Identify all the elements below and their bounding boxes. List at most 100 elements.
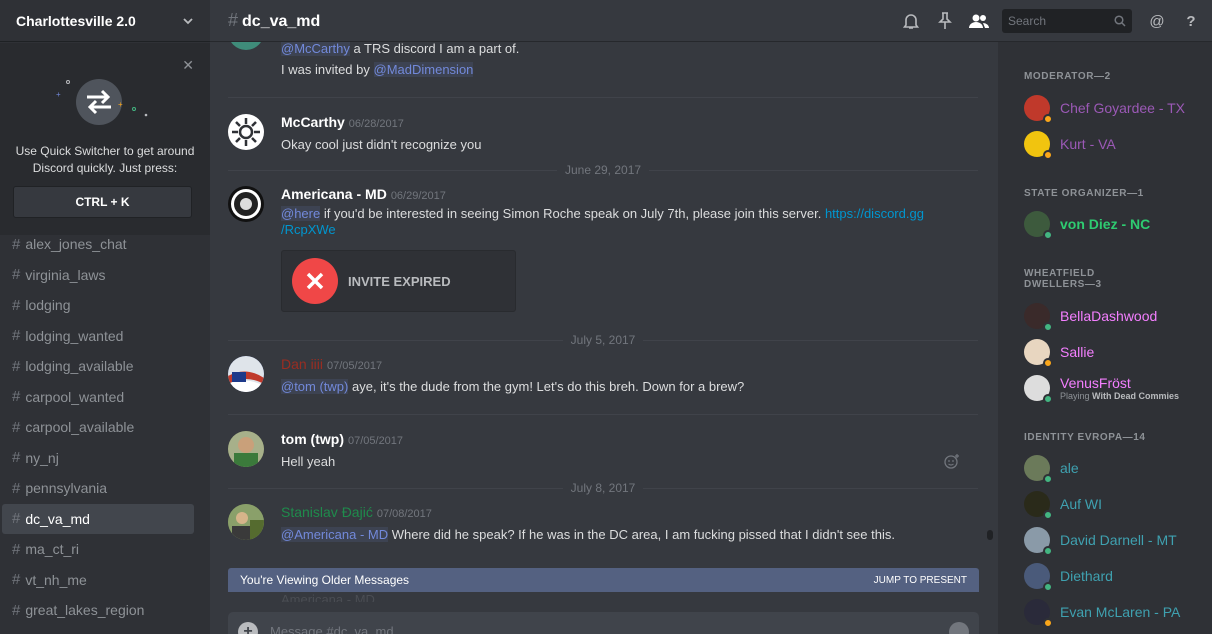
member-item[interactable]: Evan McLaren - PA	[1024, 594, 1180, 630]
message-content: tom (twp) 07/05/2017 Hell yeah	[281, 431, 978, 472]
quick-switcher-shortcut-button[interactable]: CTRL + K	[13, 186, 192, 218]
channel-great-lakes-region[interactable]: # great_lakes_region	[2, 595, 194, 626]
upload-plus-icon[interactable]: +	[238, 622, 258, 634]
user-mention[interactable]: @tom (twp)	[281, 379, 349, 394]
server-header[interactable]: Charlottesville 2.0	[0, 0, 210, 42]
avatar[interactable]	[228, 356, 264, 392]
partially-hidden-username: Americana - MD	[281, 592, 375, 602]
member-item[interactable]: BellaDashwood	[1024, 298, 1157, 334]
hash-icon: #	[12, 449, 21, 467]
message-text: Okay cool just didn't recognize you	[281, 137, 482, 152]
status-idle-icon	[1043, 114, 1053, 124]
channel-alex-jones-chat[interactable]: # alex_jones_chat	[2, 229, 194, 260]
channel-pennsylvania[interactable]: # pennsylvania	[2, 473, 194, 504]
emoji-picker-icon[interactable]	[949, 622, 969, 634]
avatar[interactable]	[228, 431, 264, 467]
channel-lodging-wanted[interactable]: # lodging_wanted	[2, 321, 194, 352]
timestamp: 06/29/2017	[390, 190, 446, 202]
member-name: Diethard	[1060, 568, 1113, 584]
invite-link[interactable]: https://discord.gg	[825, 206, 924, 221]
avatar	[228, 42, 264, 50]
avatar	[1024, 131, 1053, 160]
timestamp: 06/28/2017	[348, 118, 404, 130]
username[interactable]: Dan iiii	[281, 356, 323, 372]
notification-bell-icon[interactable]	[900, 10, 922, 32]
username[interactable]: tom (twp)	[281, 431, 344, 447]
member-item[interactable]: Kurt - VA	[1024, 126, 1116, 162]
status-idle-icon	[1043, 618, 1053, 628]
server-name: Charlottesville 2.0	[16, 12, 136, 29]
hash-icon: #	[12, 510, 21, 528]
invite-link-continued[interactable]: /RcpXWe	[281, 222, 336, 237]
member-list-icon[interactable]	[968, 10, 990, 32]
status-online-icon	[1043, 510, 1053, 520]
user-mention[interactable]: @Americana - MD	[281, 527, 389, 542]
channel-label: virginia_laws	[25, 266, 106, 283]
user-mention[interactable]: @MadDimension	[373, 62, 474, 77]
message-separator	[228, 414, 978, 415]
channel-virginia-laws[interactable]: # virginia_laws	[2, 260, 194, 291]
avatar[interactable]	[228, 114, 264, 150]
member-group-header: MODERATOR—2	[1024, 71, 1111, 82]
channel-lodging[interactable]: # lodging	[2, 290, 194, 321]
mentions-icon[interactable]: @	[1146, 10, 1168, 32]
member-item[interactable]: Diethard	[1024, 558, 1113, 594]
channel-dc-va-md[interactable]: # dc_va_md	[2, 503, 194, 534]
channel-carpool-wanted[interactable]: # carpool_wanted	[2, 382, 194, 413]
avatar[interactable]	[228, 504, 264, 540]
channel-ma-ct-ri[interactable]: # ma_ct_ri	[2, 534, 194, 565]
channel-label: carpool_available	[25, 419, 135, 436]
message-input[interactable]: + Message #dc_va_md	[228, 612, 979, 634]
member-item[interactable]: von Diez - NC	[1024, 206, 1150, 242]
channel-label: alex_jones_chat	[25, 236, 127, 253]
member-item[interactable]: Sallie	[1024, 334, 1094, 370]
channel-vt-nh-me[interactable]: # vt_nh_me	[2, 565, 194, 596]
member-name: Sallie	[1060, 344, 1095, 360]
add-reaction-icon[interactable]	[944, 453, 960, 469]
scrollbar-thumb[interactable]	[987, 530, 993, 540]
username[interactable]: McCarthy	[281, 114, 345, 130]
error-x-icon	[292, 258, 338, 304]
user-mention[interactable]: @McCarthy	[281, 42, 350, 56]
close-icon[interactable]: ✕	[182, 57, 194, 74]
timestamp: 07/08/2017	[376, 508, 432, 520]
avatar[interactable]	[228, 186, 264, 222]
member-item[interactable]: Chef Goyardee - TX	[1024, 90, 1185, 126]
channel-carpool-available[interactable]: # carpool_available	[2, 412, 194, 443]
message-text: if you'd be interested in seeing Simon R…	[320, 206, 825, 221]
activity-prefix: Playing	[1060, 390, 1093, 401]
message-content: McCarthy 06/28/2017 Okay cool just didn't…	[281, 114, 978, 155]
channel-ny-nj[interactable]: # ny_nj	[2, 443, 194, 474]
header-toolbar: Search @ ?	[888, 0, 1212, 42]
divider-line	[649, 169, 979, 171]
status-online-icon	[1043, 230, 1053, 240]
help-icon[interactable]: ?	[1180, 10, 1202, 32]
channel-title-text: dc_va_md	[242, 13, 321, 30]
date-divider: June 29, 2017	[228, 163, 979, 177]
jump-to-present-button[interactable]: JUMP TO PRESENT	[874, 575, 967, 586]
avatar	[1024, 563, 1053, 592]
username[interactable]: Stanislav Đajić	[281, 504, 373, 520]
channel-label: great_lakes_region	[25, 602, 145, 619]
username[interactable]: Americana - MD	[281, 186, 387, 202]
member-item[interactable]: Auf WI	[1024, 486, 1102, 522]
avatar	[1024, 599, 1053, 628]
hash-icon: #	[12, 479, 21, 497]
channel-lodging-available[interactable]: # lodging_available	[2, 351, 194, 382]
search-input[interactable]: Search	[1002, 9, 1132, 33]
message-text: I was invited by	[281, 62, 374, 77]
member-item[interactable]: VenusFröst Playing With Dead Commies	[1024, 370, 1179, 406]
here-mention[interactable]: @here	[281, 206, 321, 221]
message-text: a TRS discord I am a part of.	[349, 42, 520, 56]
channel-label: lodging_available	[25, 358, 134, 375]
member-item[interactable]: ale	[1024, 450, 1079, 486]
pin-icon[interactable]	[934, 10, 956, 32]
divider-line	[228, 339, 563, 341]
message-line: @McCarthy a TRS discord I am a part of.	[281, 42, 978, 59]
sparkle-icon: + +	[56, 80, 148, 117]
avatar	[1024, 303, 1053, 332]
message-content: Dan iiii 07/05/2017 @tom (twp) aye, it's …	[281, 356, 978, 397]
member-item[interactable]: David Darnell - MT	[1024, 522, 1177, 558]
message-placeholder: Message #dc_va_md	[270, 624, 394, 634]
message-list: @McCarthy a TRS discord I am a part of. …	[210, 42, 990, 568]
